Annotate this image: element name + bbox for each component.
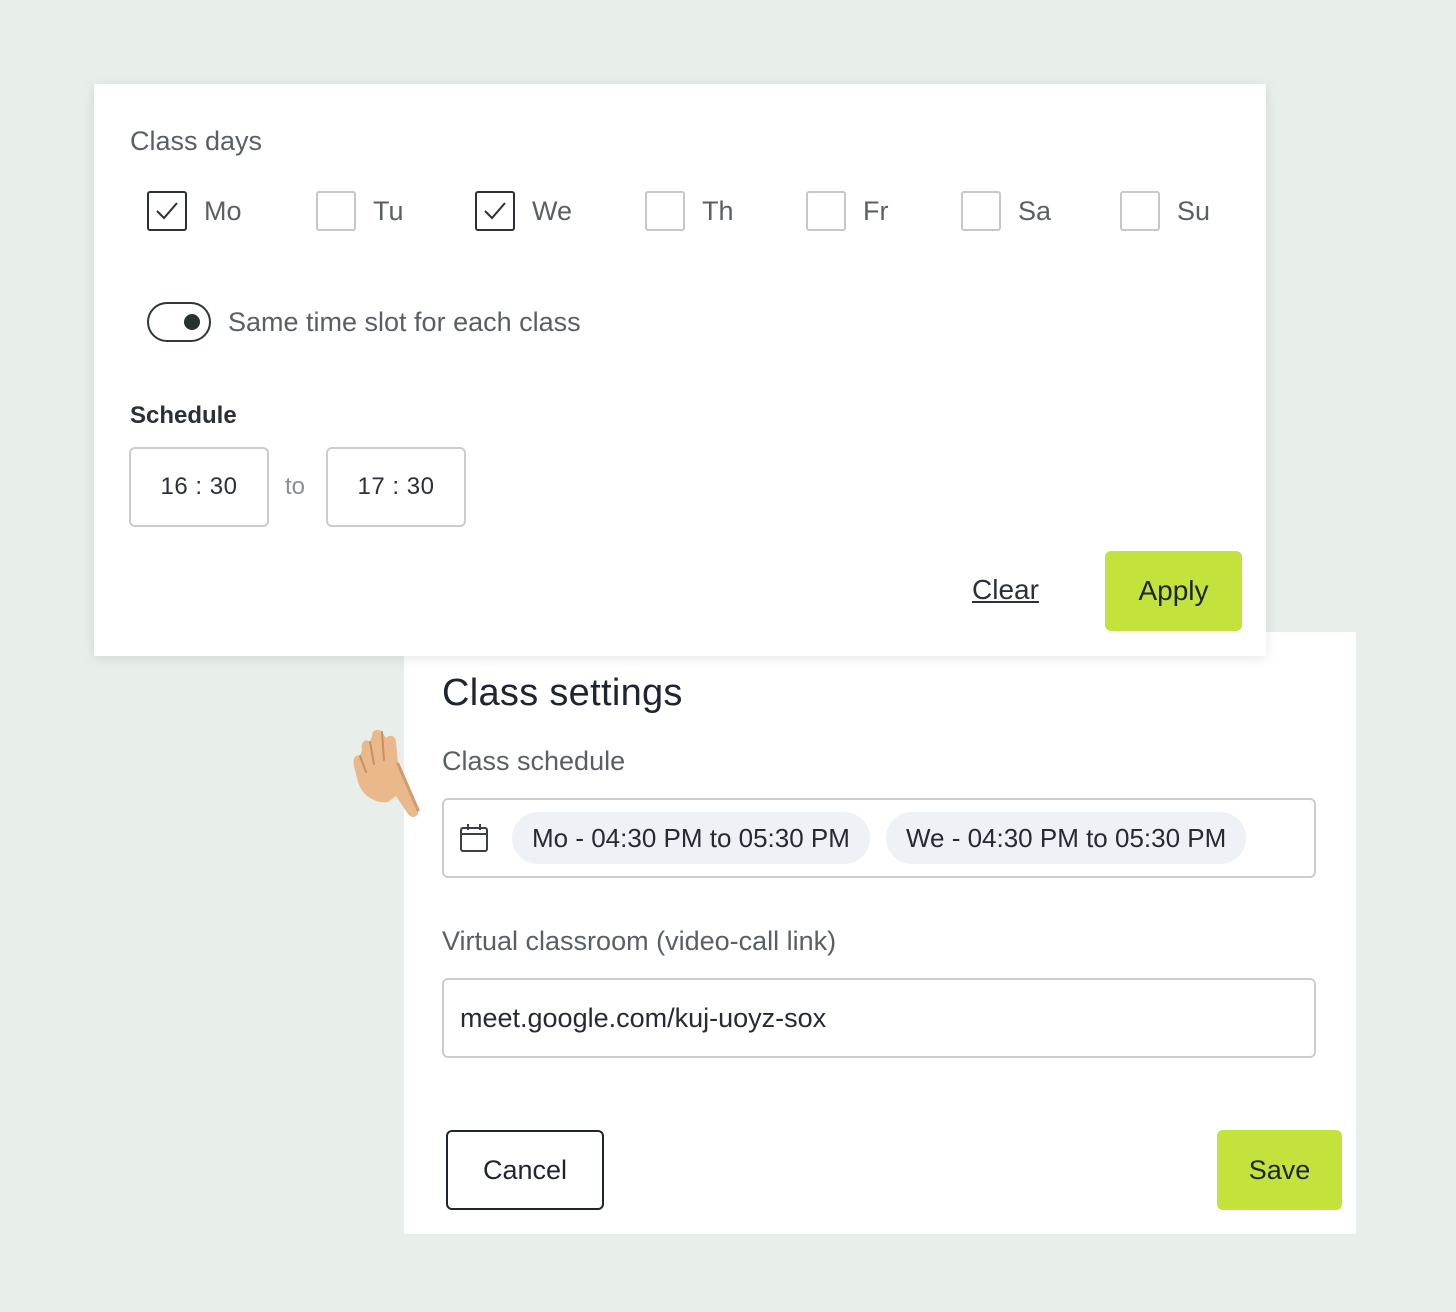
class-days-label: Class days <box>130 126 263 156</box>
end-time-input[interactable]: 17 : 30 <box>326 447 466 527</box>
day-checkbox-mo[interactable]: Mo <box>147 191 242 231</box>
toggle-knob <box>184 314 200 330</box>
day-label: Sa <box>1018 195 1052 226</box>
page-title: Class settings <box>442 672 683 714</box>
class-days-popup: Class days Mo Tu We Th Fr Sa Su Same tim… <box>94 84 1266 656</box>
checkbox[interactable] <box>806 191 846 231</box>
day-label: We <box>532 195 573 226</box>
check-icon <box>484 202 506 220</box>
schedule-chip-monday[interactable]: Mo - 04:30 PM to 05:30 PM <box>512 812 870 864</box>
checkbox[interactable] <box>961 191 1001 231</box>
cancel-button[interactable]: Cancel <box>446 1130 604 1210</box>
check-icon <box>156 202 178 220</box>
same-slot-toggle[interactable] <box>147 302 211 342</box>
apply-button[interactable]: Apply <box>1105 551 1242 631</box>
checkbox[interactable] <box>645 191 685 231</box>
day-label: Th <box>702 195 734 226</box>
virtual-classroom-input[interactable]: meet.google.com/kuj-uoyz-sox <box>442 978 1316 1058</box>
same-slot-label: Same time slot for each class <box>228 306 581 337</box>
day-checkbox-tu[interactable]: Tu <box>316 191 404 231</box>
day-checkbox-th[interactable]: Th <box>645 191 734 231</box>
save-button[interactable]: Save <box>1217 1130 1342 1210</box>
virtual-classroom-label: Virtual classroom (video-call link) <box>442 926 837 956</box>
same-slot-toggle-row[interactable]: Same time slot for each class <box>147 302 581 342</box>
calendar-icon <box>460 824 488 852</box>
checkbox[interactable] <box>316 191 356 231</box>
day-checkbox-sa[interactable]: Sa <box>961 191 1051 231</box>
pointing-hand-icon <box>353 729 420 817</box>
schedule-label: Schedule <box>130 402 237 429</box>
stage: Class settings Class schedule Mo - 04:30… <box>0 0 1456 1312</box>
checkbox[interactable] <box>475 191 515 231</box>
day-label: Tu <box>373 195 404 226</box>
class-schedule-field[interactable]: Mo - 04:30 PM to 05:30 PM We - 04:30 PM … <box>442 798 1316 878</box>
start-time-input[interactable]: 16 : 30 <box>129 447 269 527</box>
checkbox[interactable] <box>1120 191 1160 231</box>
day-label: Fr <box>863 195 889 226</box>
checkbox[interactable] <box>147 191 187 231</box>
day-checkbox-fr[interactable]: Fr <box>806 191 888 231</box>
class-schedule-label: Class schedule <box>442 746 626 776</box>
class-settings-panel: Class settings Class schedule Mo - 04:30… <box>404 632 1356 1234</box>
day-checkbox-we[interactable]: We <box>475 191 572 231</box>
clear-link[interactable]: Clear <box>972 574 1039 606</box>
time-to-label: to <box>285 473 306 500</box>
schedule-chip-wednesday[interactable]: We - 04:30 PM to 05:30 PM <box>885 812 1247 864</box>
day-checkbox-su[interactable]: Su <box>1120 191 1210 231</box>
day-label: Su <box>1177 195 1211 226</box>
day-label: Mo <box>204 195 242 226</box>
